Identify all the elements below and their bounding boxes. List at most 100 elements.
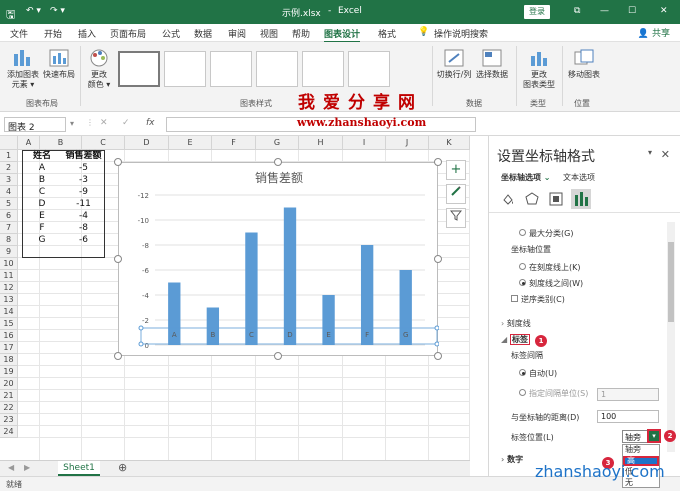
effects-icon[interactable] <box>525 192 539 209</box>
menu-data[interactable]: 数据 <box>194 27 212 40</box>
menu-insert[interactable]: 插入 <box>78 27 96 40</box>
column-header[interactable]: G <box>256 136 299 150</box>
row-header[interactable]: 14 <box>0 306 18 318</box>
save-icon[interactable]: 🖫 <box>6 6 15 25</box>
change-colors-button[interactable]: 更改 颜色 ▾ <box>84 48 114 90</box>
chart-styles-button[interactable] <box>446 184 466 204</box>
chart-resize-handle[interactable] <box>114 255 122 263</box>
axis-selection-handle[interactable] <box>138 341 144 347</box>
chart-style-3[interactable] <box>210 51 252 87</box>
add-chart-element-button[interactable]: 添加图表 元素 ▾ <box>6 48 40 90</box>
column-header[interactable]: E <box>169 136 212 150</box>
chart-elements-button[interactable]: + <box>446 160 466 180</box>
close-button[interactable]: ✕ <box>660 6 668 16</box>
row-header[interactable]: 13 <box>0 294 18 306</box>
size-properties-icon[interactable] <box>549 192 563 209</box>
menu-formulas[interactable]: 公式 <box>162 27 180 40</box>
bar-B[interactable] <box>206 307 220 346</box>
name-box[interactable]: 图表 2 <box>4 117 66 133</box>
tab-prev-icon[interactable]: ◀ <box>8 463 14 472</box>
specify-interval-option[interactable]: 指定间隔单位(S) <box>519 389 589 398</box>
ribbon-display-icon[interactable]: ⧉ <box>574 6 580 16</box>
column-header[interactable]: H <box>299 136 343 150</box>
column-header[interactable]: C <box>82 136 125 150</box>
chart-area[interactable]: 销售差额 -12 -10 -8 -6 -4 -2 0 A B C D E F G <box>118 162 439 356</box>
name-box-dropdown-icon[interactable]: ▾ <box>70 119 74 128</box>
axis-selection-handle[interactable] <box>138 325 144 331</box>
menu-help[interactable]: 帮助 <box>292 27 310 40</box>
axis-options-icon[interactable] <box>571 189 591 209</box>
menu-file[interactable]: 文件 <box>10 27 28 40</box>
share-button[interactable]: 👤 共享 <box>638 26 670 39</box>
column-header[interactable]: D <box>125 136 169 150</box>
chart-style-1[interactable] <box>118 51 160 87</box>
labels-section[interactable]: ◢ 标签 <box>501 334 530 345</box>
row-header[interactable]: 18 <box>0 354 18 366</box>
bar-D[interactable] <box>283 207 297 346</box>
panel-options-icon[interactable]: ▾ <box>648 148 652 157</box>
chart-resize-handle[interactable] <box>274 352 282 360</box>
column-header[interactable]: K <box>429 136 470 150</box>
add-sheet-button[interactable]: ⊕ <box>118 461 127 474</box>
cancel-icon[interactable]: ✕ <box>100 118 108 128</box>
menu-review[interactable]: 审阅 <box>228 27 246 40</box>
option-next-to-axis[interactable]: 轴旁 <box>623 445 659 455</box>
panel-close-button[interactable]: ✕ <box>661 148 670 161</box>
on-tick-marks-option[interactable]: 在刻度线上(K) <box>519 262 581 273</box>
column-header[interactable]: F <box>212 136 256 150</box>
dropdown-arrow-button[interactable]: ▾ <box>647 429 661 443</box>
row-header[interactable]: 11 <box>0 270 18 282</box>
axis-selection-handle[interactable] <box>434 325 439 331</box>
undo-icon[interactable]: ↶ ▾ <box>26 6 41 16</box>
chart-resize-handle[interactable] <box>274 158 282 166</box>
menu-home[interactable]: 开始 <box>44 27 62 40</box>
number-section[interactable]: › 数字 <box>501 454 523 465</box>
row-header[interactable]: 24 <box>0 426 18 438</box>
tick-marks-section[interactable]: › 刻度线 <box>501 318 531 329</box>
chart-style-2[interactable] <box>164 51 206 87</box>
row-header[interactable]: 4 <box>0 186 18 198</box>
fx-icon[interactable]: fx <box>146 118 155 128</box>
row-header[interactable]: 21 <box>0 390 18 402</box>
chart-style-5[interactable] <box>302 51 344 87</box>
max-category-option[interactable]: 最大分类(G) <box>519 228 573 239</box>
interval-unit-input[interactable]: 1 <box>597 388 659 401</box>
column-header[interactable]: B <box>40 136 82 150</box>
tell-me-search[interactable]: 操作说明搜索 <box>434 27 488 40</box>
menu-chart-design[interactable]: 图表设计 <box>324 27 361 43</box>
row-header[interactable]: 23 <box>0 414 18 426</box>
enter-icon[interactable]: ✓ <box>122 118 130 128</box>
row-header[interactable]: 16 <box>0 330 18 342</box>
between-tick-marks-option[interactable]: 刻度线之间(W) <box>519 278 583 289</box>
axis-selection-handle[interactable] <box>434 341 439 347</box>
row-header[interactable]: 15 <box>0 318 18 330</box>
row-header[interactable]: 10 <box>0 258 18 270</box>
row-header[interactable]: 17 <box>0 342 18 354</box>
tab-next-icon[interactable]: ▶ <box>24 463 30 472</box>
quick-layout-button[interactable]: 快速布局 <box>42 48 76 80</box>
row-header[interactable]: 20 <box>0 378 18 390</box>
maximize-button[interactable]: ☐ <box>628 6 636 16</box>
row-header[interactable]: 6 <box>0 210 18 222</box>
bar-F[interactable] <box>360 245 374 345</box>
row-header[interactable]: 7 <box>0 222 18 234</box>
row-header[interactable]: 22 <box>0 402 18 414</box>
fill-line-icon[interactable] <box>501 192 515 209</box>
tab-sheet1[interactable]: Sheet1 <box>58 461 100 476</box>
column-header[interactable]: J <box>386 136 429 150</box>
change-chart-type-button[interactable]: 更改 图表类型 <box>520 48 558 90</box>
reverse-categories-checkbox[interactable]: 逆序类别(C) <box>511 294 565 305</box>
redo-icon[interactable]: ↷ ▾ <box>50 6 65 16</box>
column-header[interactable]: A <box>18 136 40 150</box>
auto-interval-option[interactable]: 自动(U) <box>519 368 557 379</box>
row-header[interactable]: 5 <box>0 198 18 210</box>
menu-view[interactable]: 视图 <box>260 27 278 40</box>
chart-style-4[interactable] <box>256 51 298 87</box>
scroll-thumb[interactable] <box>668 242 674 322</box>
select-all-corner[interactable] <box>0 136 18 150</box>
chart-resize-handle[interactable] <box>114 158 122 166</box>
row-header[interactable]: 19 <box>0 366 18 378</box>
row-header[interactable]: 2 <box>0 162 18 174</box>
tab-text-options[interactable]: 文本选项 <box>563 172 595 183</box>
column-header[interactable]: I <box>343 136 386 150</box>
